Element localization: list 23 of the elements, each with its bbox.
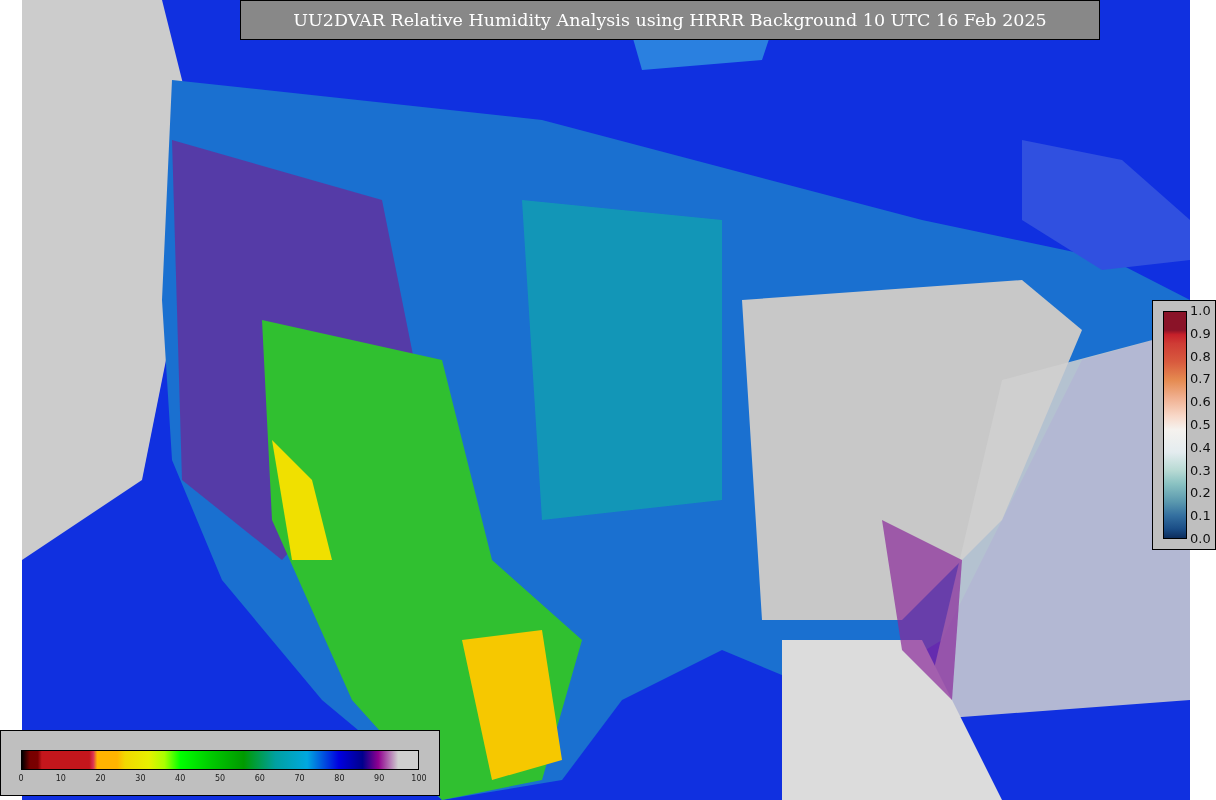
legend-tick-label: 0.7 (1190, 371, 1211, 388)
legend-tick-label: 30 (135, 774, 146, 783)
legend-tick-label: 0.6 (1190, 394, 1211, 411)
legend-tick-label: 10 (55, 774, 66, 783)
legend-tick-label: 20 (95, 774, 106, 783)
map-title: UU2DVAR Relative Humidity Analysis using HRRR Background 10 UTC 16 Feb 2025 (240, 0, 1100, 40)
legend-tick-label: 0.2 (1190, 485, 1211, 502)
legend-tick-label: 0.0 (1190, 530, 1211, 547)
legend-tick-label: 0.8 (1190, 348, 1211, 365)
legend-tick-label: 0.9 (1190, 325, 1211, 342)
legend-tick-label: 50 (214, 774, 226, 783)
legend-tick-label: 40 (175, 774, 186, 783)
legend-tick-label: 1.0 (1190, 303, 1211, 319)
legend-tick-label: 60 (254, 774, 265, 783)
legend-tick-label: 0.5 (1190, 417, 1211, 433)
legend-tick-label: 80 (334, 774, 345, 783)
legend-tick-label: 90 (374, 774, 385, 783)
legend-tick-label: 0 (18, 774, 24, 783)
legend-tick-label: 0.4 (1190, 439, 1211, 456)
legend-tick-label: 100 (411, 774, 427, 783)
legend-tick-label: 0.3 (1190, 462, 1211, 479)
legend-tick-label: 70 (294, 774, 305, 783)
legend-tick-label: 0.1 (1190, 508, 1211, 525)
